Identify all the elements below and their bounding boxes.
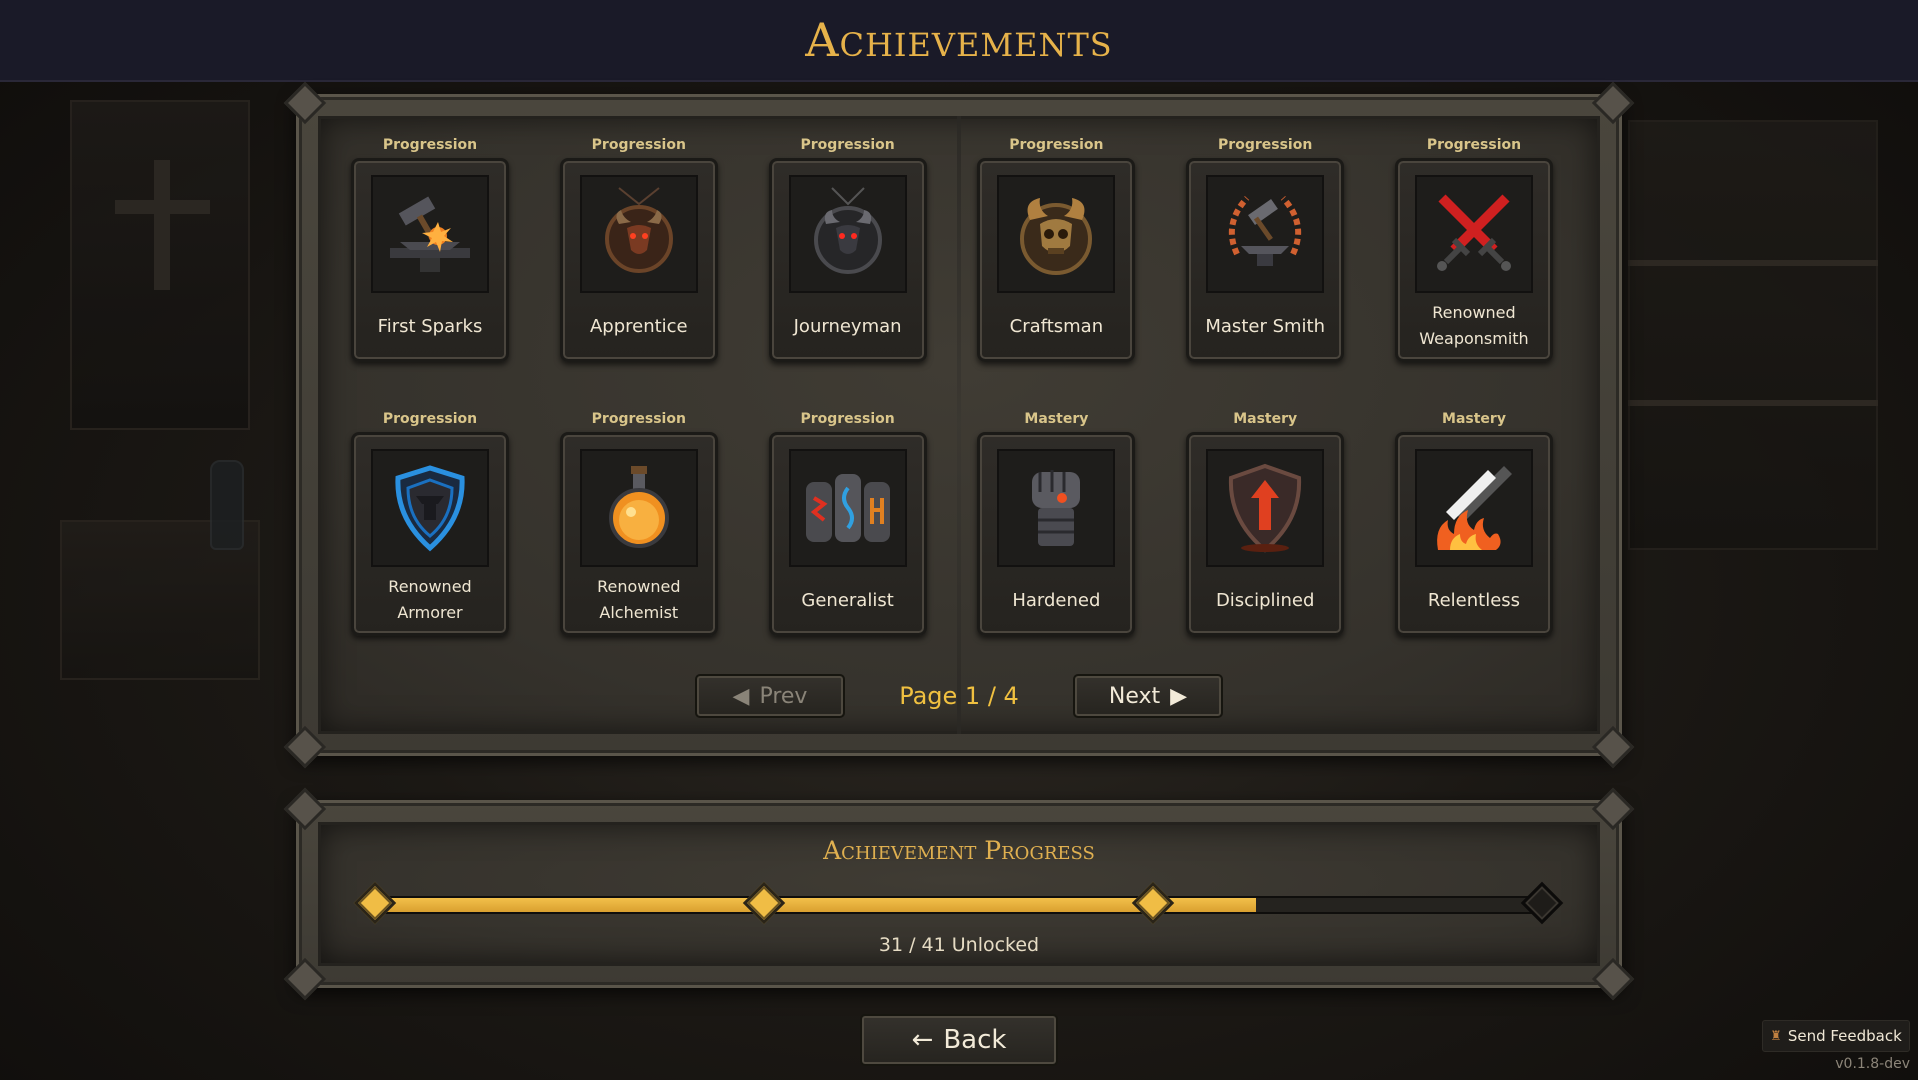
achievement-card[interactable]: Master Smith <box>1186 158 1345 362</box>
achievement-tile[interactable]: Progression Renowned Alchemist <box>559 406 719 652</box>
prev-label: Prev <box>759 683 808 709</box>
next-page-button[interactable]: Next ▶ <box>1073 674 1223 718</box>
prev-page-button[interactable]: ◀ Prev <box>695 674 845 718</box>
achievement-tile[interactable]: Mastery Relentless <box>1394 406 1554 652</box>
background-crate <box>60 520 260 680</box>
background-shelf-plank <box>1628 400 1878 406</box>
achievement-tile[interactable]: Progression Renowned Armorer <box>350 406 510 652</box>
laurel-anvil-icon <box>1206 175 1325 293</box>
progress-panel <box>283 787 1635 1001</box>
left-triangle-icon: ◀ <box>732 683 750 709</box>
progress-title: Achievement Progress <box>823 836 1095 865</box>
back-label: Back <box>943 1025 1007 1055</box>
background-cross-bar <box>115 200 210 214</box>
achievement-tile[interactable]: Mastery Disciplined <box>1185 406 1345 652</box>
achievement-card[interactable]: Generalist <box>768 432 927 636</box>
background-shelf <box>1628 120 1878 550</box>
flaming-blade-icon <box>1414 449 1533 567</box>
achievement-category: Progression <box>1218 137 1313 153</box>
arrow-shield-icon <box>1206 449 1325 567</box>
achievement-category: Progression <box>382 411 478 427</box>
achievement-category: Progression <box>1426 137 1522 153</box>
potion-icon <box>579 449 698 567</box>
pagination: ◀ Prev Page 1 / 4 Next ▶ <box>695 674 1223 718</box>
achievement-tile[interactable]: Progression Journeyman <box>768 132 928 378</box>
achievement-name: Renowned Weaponsmith <box>1419 303 1529 348</box>
achievement-category: Mastery <box>1233 411 1298 427</box>
achievement-name: First Sparks <box>377 315 483 337</box>
send-feedback-button[interactable]: ♜ Send Feedback <box>1762 1020 1910 1052</box>
background-banner <box>70 100 250 430</box>
achievement-tile[interactable]: Progression Apprentice <box>559 132 719 378</box>
achievement-card[interactable]: Disciplined <box>1186 432 1345 636</box>
page-title: Achievements <box>805 13 1113 67</box>
gauntlet-fist-icon <box>997 449 1116 567</box>
progress-bar <box>372 896 1542 914</box>
achievement-name: Craftsman <box>1009 315 1104 337</box>
achievement-category: Progression <box>382 137 478 153</box>
achievement-card[interactable]: Renowned Weaponsmith <box>1394 158 1553 362</box>
achievement-card[interactable]: Journeyman <box>768 158 927 362</box>
achievement-name: Relentless <box>1427 589 1521 611</box>
background-shelf-plank <box>1628 260 1878 266</box>
left-arrow-icon: ← <box>911 1025 934 1055</box>
next-label: Next <box>1108 683 1161 709</box>
achievement-card[interactable]: Relentless <box>1394 432 1553 636</box>
achievement-name: Apprentice <box>589 315 688 337</box>
achievement-tile[interactable]: Progression Craftsman <box>976 132 1136 378</box>
back-button[interactable]: ← Back <box>860 1014 1058 1066</box>
achievement-card[interactable]: Renowned Armorer <box>351 432 509 636</box>
achievement-tile[interactable]: Mastery Hardened <box>976 406 1136 652</box>
achievement-card[interactable]: Renowned Alchemist <box>559 432 718 636</box>
unlocked-count: 31 / 41 Unlocked <box>878 934 1040 956</box>
achievement-tile[interactable]: Progression Master Smith <box>1185 132 1345 378</box>
background-bottle <box>210 460 244 550</box>
achievement-card[interactable]: First Sparks <box>351 158 509 362</box>
shield-icon <box>371 449 489 567</box>
achievement-tile[interactable]: Progression Generalist <box>768 406 928 652</box>
achievement-category: Progression <box>800 137 895 153</box>
achievement-category: Progression <box>591 411 686 427</box>
page-indicator: Page 1 / 4 <box>899 682 1019 710</box>
achievement-category: Progression <box>800 411 895 427</box>
achievement-tile[interactable]: Progression First Sparks <box>350 132 510 378</box>
version-label: v0.1.8-dev <box>1835 1056 1910 1072</box>
background-cross <box>154 160 170 290</box>
achievement-name: Journeyman <box>793 315 902 337</box>
achievement-name: Renowned Alchemist <box>597 577 681 622</box>
achievement-tile[interactable]: Progression Renowned Weaponsmith <box>1394 132 1554 378</box>
achievement-card[interactable]: Craftsman <box>977 158 1136 362</box>
demon-amulet-icon <box>788 175 907 293</box>
achievement-category: Progression <box>591 137 686 153</box>
achievement-category: Mastery <box>1024 411 1089 427</box>
achievement-name: Renowned Armorer <box>388 577 472 622</box>
achievement-name: Disciplined <box>1215 589 1315 611</box>
feedback-label: Send Feedback <box>1787 1027 1902 1045</box>
lantern-icon: ♜ <box>1770 1028 1782 1044</box>
achievement-category: Progression <box>1009 137 1104 153</box>
achievement-name: Master Smith <box>1205 315 1325 337</box>
crossed-swords-icon <box>1414 175 1533 293</box>
header-bar: Achievements <box>0 0 1918 82</box>
anvil-spark-icon <box>371 175 489 293</box>
achievements-grid: Progression First Sparks Progression App… <box>350 132 1570 652</box>
achievement-card[interactable]: Hardened <box>977 432 1136 636</box>
achievement-card[interactable]: Apprentice <box>559 158 718 362</box>
achievement-name: Hardened <box>1012 589 1101 611</box>
achievement-category: Mastery <box>1442 411 1506 427</box>
bull-amulet-icon <box>579 175 698 293</box>
horned-skull-icon <box>997 175 1116 293</box>
right-triangle-icon: ▶ <box>1170 683 1188 709</box>
progress-bar-fill <box>374 898 1256 912</box>
achievement-name: Generalist <box>801 589 894 611</box>
rune-stones-icon <box>788 449 907 567</box>
